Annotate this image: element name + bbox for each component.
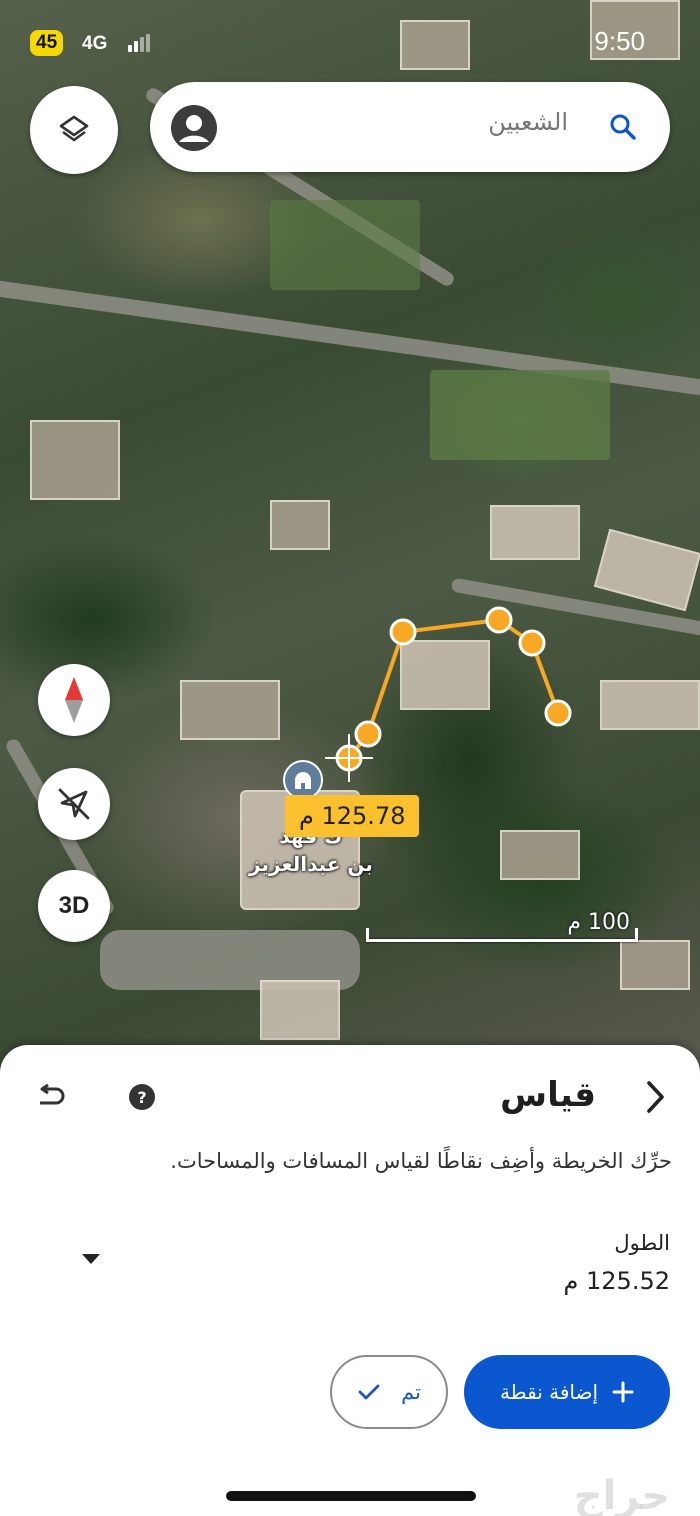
compass-icon bbox=[65, 677, 83, 723]
search-icon[interactable] bbox=[608, 112, 638, 142]
scale-line bbox=[366, 939, 638, 942]
signal-icon bbox=[128, 34, 154, 52]
home-indicator[interactable] bbox=[226, 1491, 476, 1501]
svg-text:?: ? bbox=[137, 1088, 146, 1107]
place-label-line2: بن عبدالعزيز bbox=[249, 852, 373, 876]
layers-icon bbox=[59, 115, 89, 142]
search-bar[interactable]: الشعبين bbox=[150, 82, 670, 172]
my-location-button[interactable] bbox=[38, 768, 110, 840]
status-bar: 45 4G 9:50 bbox=[0, 0, 700, 90]
search-input[interactable]: الشعبين bbox=[488, 108, 568, 136]
watermark-logo: حراج bbox=[573, 1473, 670, 1516]
length-label: الطول bbox=[614, 1231, 670, 1255]
scale-label: 100 م bbox=[567, 910, 630, 935]
help-icon[interactable]: ? bbox=[128, 1083, 156, 1111]
battery-level: 45 bbox=[30, 30, 64, 56]
scale-bar: 100 م bbox=[366, 910, 638, 948]
chevron-back-icon[interactable] bbox=[640, 1077, 670, 1117]
scale-tick bbox=[366, 928, 369, 942]
maps-measure-screen: ك فهد بن عبدالعزيز 125.78 م 100 م 45 4G … bbox=[0, 0, 700, 1516]
undo-icon[interactable] bbox=[34, 1083, 68, 1113]
account-avatar-icon[interactable] bbox=[170, 104, 218, 152]
network-type: 4G bbox=[82, 33, 108, 54]
measure-point[interactable] bbox=[485, 606, 513, 634]
add-point-label: إضافة نقطة bbox=[499, 1380, 599, 1404]
length-value: 125.52 م bbox=[563, 1267, 670, 1295]
unit-dropdown-icon[interactable] bbox=[80, 1251, 102, 1267]
instruction-text: حرِّك الخريطة وأضِف نقاطًا لقياس المسافا… bbox=[170, 1149, 672, 1173]
sheet-title: قياس bbox=[500, 1075, 596, 1115]
done-button[interactable]: تم bbox=[330, 1355, 448, 1429]
clock: 9:50 bbox=[594, 26, 645, 56]
done-label: تم bbox=[401, 1380, 421, 1404]
mosque-pin-icon[interactable] bbox=[283, 760, 323, 800]
layers-button[interactable] bbox=[30, 86, 118, 174]
measure-point[interactable] bbox=[389, 618, 417, 646]
check-icon bbox=[358, 1384, 380, 1400]
add-point-button[interactable]: إضافة نقطة bbox=[464, 1355, 670, 1429]
scale-tick bbox=[635, 928, 638, 942]
plus-icon bbox=[612, 1381, 634, 1403]
measure-point[interactable] bbox=[518, 629, 546, 657]
compass-button[interactable] bbox=[38, 664, 110, 736]
measure-point[interactable] bbox=[544, 699, 572, 727]
measure-sheet: قياس ? حرِّك الخريطة وأضِف نقاطًا لقياس … bbox=[0, 1045, 700, 1516]
segment-distance-label: 125.78 م bbox=[285, 795, 420, 837]
view-3d-button[interactable]: 3D bbox=[38, 870, 110, 942]
location-off-icon bbox=[58, 788, 90, 820]
measure-point[interactable] bbox=[354, 720, 382, 748]
